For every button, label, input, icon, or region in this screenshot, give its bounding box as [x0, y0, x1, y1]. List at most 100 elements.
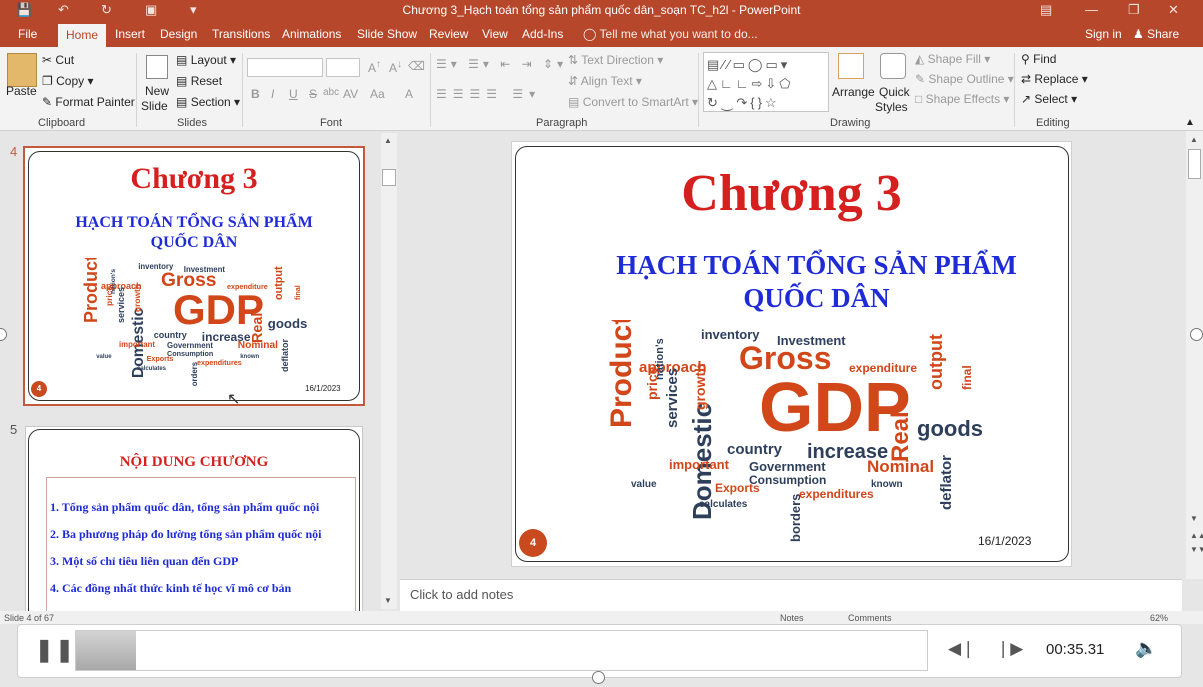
shadow-button[interactable]: abc: [323, 87, 339, 98]
tab-file[interactable]: File: [18, 27, 37, 41]
notes-toggle[interactable]: Notes: [780, 613, 804, 623]
word-cloud-term: Product: [83, 258, 101, 323]
scroll-up-icon[interactable]: ▲: [1190, 135, 1198, 144]
arrange-icon[interactable]: [838, 53, 864, 79]
scrollbar-thumb[interactable]: [382, 169, 396, 186]
maximize-icon[interactable]: ❐: [1128, 2, 1140, 18]
slide-thumbnail-5[interactable]: NỘI DUNG CHƯƠNG 1. Tổng sản phẩm quốc dâ…: [25, 426, 363, 616]
align-text-button[interactable]: ⇵ Align Text ▾: [568, 74, 642, 88]
tab-design[interactable]: Design: [160, 27, 197, 41]
shape-effects-button[interactable]: □ Shape Effects ▾: [915, 92, 1009, 106]
slide-subtitle-1[interactable]: HẠCH TOÁN TỔNG SẢN PHẨM: [512, 250, 1071, 281]
strikethrough-button[interactable]: S: [309, 87, 317, 101]
next-slide-icon[interactable]: ▼▼: [1190, 545, 1203, 554]
new-slide-label-2[interactable]: Slide: [141, 99, 168, 113]
copy-button[interactable]: ❐ Copy ▾: [42, 74, 93, 88]
scroll-down-icon[interactable]: ▼: [1190, 514, 1198, 523]
tab-review[interactable]: Review: [429, 27, 468, 41]
scrollbar-thumb[interactable]: [1188, 149, 1201, 179]
slide-subtitle-2[interactable]: QUỐC DÂN: [512, 283, 1071, 314]
paste-button[interactable]: Paste: [6, 84, 37, 98]
section-button[interactable]: ▤ Section ▾: [176, 95, 240, 109]
slide-title[interactable]: Chương 3: [512, 164, 1071, 223]
minimize-icon[interactable]: —: [1085, 2, 1098, 17]
tab-add-ins[interactable]: Add-Ins: [522, 27, 563, 41]
notes-pane[interactable]: Click to add notes: [400, 579, 1182, 611]
section-icon: ▤: [176, 95, 188, 109]
scroll-up-icon[interactable]: ▲: [384, 136, 392, 145]
grow-font-icon[interactable]: A↑: [368, 59, 381, 75]
quick-styles-icon[interactable]: [880, 53, 906, 79]
underline-button[interactable]: U: [289, 87, 298, 101]
next-icon[interactable]: ❘▶: [996, 639, 1023, 659]
font-size-input[interactable]: [326, 58, 360, 77]
current-slide[interactable]: Chương 3 HẠCH TOÁN TỔNG SẢN PHẨM QUỐC DÂ…: [511, 141, 1072, 567]
clear-format-icon[interactable]: ⌫: [408, 59, 425, 73]
notes-placeholder[interactable]: Click to add notes: [410, 587, 513, 602]
shrink-font-icon[interactable]: A↓: [389, 59, 402, 75]
pause-icon[interactable]: ❚❚: [35, 637, 76, 663]
quick-styles-label-1[interactable]: Quick: [879, 85, 910, 99]
new-slide-icon[interactable]: [146, 55, 168, 79]
scroll-down-icon[interactable]: ▼: [384, 596, 392, 605]
resize-handle[interactable]: [1190, 328, 1203, 341]
resize-handle[interactable]: [592, 671, 605, 684]
align-buttons[interactable]: ☰☰☰☰ ☰▾: [436, 87, 541, 101]
previous-icon[interactable]: ◀❘: [948, 639, 975, 659]
replace-button[interactable]: ⇄ Replace ▾: [1021, 72, 1088, 86]
word-cloud-term: deflator: [938, 454, 955, 510]
tab-insert[interactable]: Insert: [115, 27, 145, 41]
text-direction-button[interactable]: ⇅ Text Direction ▾: [568, 53, 663, 67]
word-cloud-term: Investment: [777, 333, 846, 348]
tab-animations[interactable]: Animations: [282, 27, 341, 41]
previous-slide-icon[interactable]: ▲▲: [1190, 531, 1203, 540]
thumbnail-scrollbar[interactable]: ▲ ▼: [381, 133, 397, 609]
zoom-level[interactable]: 62%: [1150, 613, 1168, 623]
shape-outline-button[interactable]: ✎ Shape Outline ▾: [915, 72, 1014, 86]
word-cloud-term: Exports: [715, 481, 760, 495]
tab-view[interactable]: View: [482, 27, 508, 41]
tab-home[interactable]: Home: [58, 24, 107, 47]
share-button[interactable]: ♟ Share: [1133, 27, 1179, 41]
cursor-icon: ↗: [1021, 92, 1032, 106]
thumb-date: 16/1/2023: [305, 384, 341, 393]
paste-icon[interactable]: [7, 53, 37, 87]
shape-fill-button[interactable]: ◭ Shape Fill ▾: [915, 52, 990, 66]
word-cloud-term: borders: [190, 362, 199, 386]
gdp-word-cloud[interactable]: GDP Gross Product Domestic goods country incre…: [609, 320, 1009, 548]
format-painter-button[interactable]: ✎ Format Painter: [42, 95, 135, 109]
comments-toggle[interactable]: Comments: [848, 613, 892, 623]
volume-icon[interactable]: 🔈: [1135, 638, 1157, 659]
word-cloud-term: goods: [267, 315, 308, 331]
quick-styles-label-2[interactable]: Styles: [875, 100, 908, 114]
layout-button[interactable]: ▤ Layout ▾: [176, 53, 236, 67]
collapse-ribbon-icon[interactable]: ▲: [1185, 117, 1195, 128]
new-slide-label-1[interactable]: New: [145, 84, 169, 98]
find-button[interactable]: ⚲ Find: [1021, 52, 1056, 66]
editor-scrollbar[interactable]: ▲ ▼ ▲▲ ▼▼: [1186, 131, 1203, 579]
list-buttons[interactable]: ☰▾ ☰▾ ⇤ ⇥ ⇕▾: [436, 57, 567, 71]
slide-thumbnail-4[interactable]: Chương 3 HẠCH TOÁN TỔNG SẢN PHẨM QUỐC DÂ…: [23, 146, 365, 406]
shapes-gallery[interactable]: ▤∕∕▭◯▭▾ △∟∟⇨⇩⬠ ↻⏝↷{}☆: [703, 52, 829, 112]
ribbon-display-icon[interactable]: ▤: [1040, 2, 1052, 18]
bold-button[interactable]: B: [251, 87, 260, 101]
word-cloud-term: expenditures: [197, 357, 242, 367]
person-icon: ♟: [1133, 27, 1148, 41]
select-button[interactable]: ↗ Select ▾: [1021, 92, 1077, 106]
tab-transitions[interactable]: Transitions: [212, 27, 270, 41]
font-color-button[interactable]: A: [405, 87, 413, 101]
character-spacing-button[interactable]: AV: [343, 87, 358, 101]
reset-button[interactable]: ▤ Reset: [176, 74, 222, 88]
tab-slide-show[interactable]: Slide Show: [357, 27, 417, 41]
cut-button[interactable]: ✂ Cut: [42, 53, 74, 67]
convert-smartart-button[interactable]: ▤ Convert to SmartArt ▾: [568, 95, 698, 109]
italic-button[interactable]: I: [271, 87, 274, 101]
reset-icon: ▤: [176, 74, 188, 88]
arrange-button[interactable]: Arrange: [832, 85, 875, 99]
change-case-button[interactable]: Aa: [370, 87, 385, 101]
sign-in-link[interactable]: Sign in: [1085, 27, 1122, 41]
seek-bar[interactable]: [75, 630, 928, 671]
font-name-input[interactable]: [247, 58, 323, 77]
tell-me-search[interactable]: ◯ Tell me what you want to do...: [583, 27, 758, 41]
close-icon[interactable]: ✕: [1168, 2, 1179, 18]
